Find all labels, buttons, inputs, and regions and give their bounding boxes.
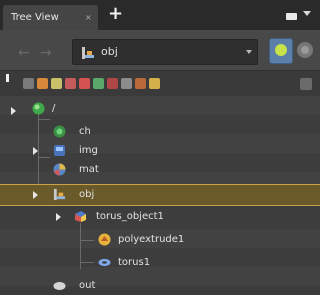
back-arrow-icon[interactable]: ←: [18, 46, 32, 60]
tree-row-polyextrude1[interactable]: polyextrude1: [0, 230, 320, 249]
tree-item-label: obj: [79, 189, 95, 200]
add-tab-button[interactable]: +: [108, 5, 123, 23]
tree-row-out[interactable]: out: [0, 276, 320, 295]
light-icon[interactable]: [65, 78, 76, 89]
tree-item-label: polyextrude1: [118, 234, 185, 245]
expand-arrow-icon[interactable]: [33, 147, 38, 155]
tree-item-label: torus_object1: [96, 211, 164, 222]
geo-node-icon[interactable]: [23, 78, 34, 89]
help-icon[interactable]: [297, 42, 313, 58]
forward-arrow-icon[interactable]: →: [40, 46, 54, 60]
path-value: obj: [101, 45, 118, 58]
tree-row-torus1[interactable]: torus1: [0, 253, 320, 272]
tree-item-label: img: [79, 145, 98, 156]
tree-row-ch[interactable]: ch: [0, 123, 320, 142]
tree-row-img[interactable]: img: [0, 142, 320, 161]
pin-button[interactable]: [269, 38, 293, 64]
expand-arrow-icon[interactable]: [33, 191, 38, 199]
tree-item-label: torus1: [118, 257, 151, 268]
chop-icon[interactable]: [107, 78, 118, 89]
dop-icon[interactable]: [135, 78, 146, 89]
pin-icon: [275, 44, 287, 56]
expand-arrow-icon[interactable]: [11, 107, 16, 115]
polyextrude-node-icon: [98, 233, 111, 246]
tree-item-label: /: [52, 103, 56, 114]
tab-tree-view[interactable]: Tree View ×: [3, 5, 98, 30]
torus-node-icon: [98, 258, 111, 267]
chop-network-icon: [53, 125, 66, 138]
close-icon[interactable]: ×: [85, 5, 92, 30]
root-node-icon: [32, 102, 45, 115]
image-network-icon: [54, 145, 65, 156]
output-network-icon: [53, 282, 66, 290]
render-icon[interactable]: [93, 78, 104, 89]
obj-node-icon[interactable]: [37, 78, 48, 89]
material-icon[interactable]: [79, 78, 90, 89]
filter-toolbar: [0, 70, 320, 98]
object-icon: [82, 47, 94, 59]
tree-row-mat[interactable]: mat: [0, 161, 320, 180]
tree-row-root[interactable]: /: [0, 102, 320, 121]
top-icon[interactable]: [149, 78, 160, 89]
node-tree: / ch img mat obj torus_object1 polyextru…: [0, 96, 320, 291]
material-network-icon: [53, 163, 66, 176]
camera-icon[interactable]: [51, 78, 62, 89]
tree-item-label: mat: [79, 164, 99, 175]
object-network-icon: [53, 188, 66, 201]
path-field[interactable]: obj: [72, 39, 258, 65]
tab-title: Tree View: [11, 12, 59, 23]
cop-icon[interactable]: [121, 78, 132, 89]
tree-view-pane: Tree View × + ← → obj / ch img mat obj t…: [0, 0, 320, 291]
toolbar-grip-icon[interactable]: [6, 74, 9, 82]
expand-arrow-icon[interactable]: [56, 213, 61, 221]
chevron-down-icon[interactable]: [246, 50, 252, 54]
pane-layout-icon[interactable]: [286, 13, 297, 20]
tree-item-label: ch: [79, 126, 91, 137]
chevron-down-icon[interactable]: [303, 11, 311, 16]
tree-row-torus-object1[interactable]: torus_object1: [0, 208, 320, 227]
tree-row-obj[interactable]: obj: [0, 184, 320, 206]
toolbar-options-icon[interactable]: [300, 78, 312, 90]
tree-item-label: out: [79, 280, 96, 291]
geometry-object-icon: [75, 211, 86, 222]
